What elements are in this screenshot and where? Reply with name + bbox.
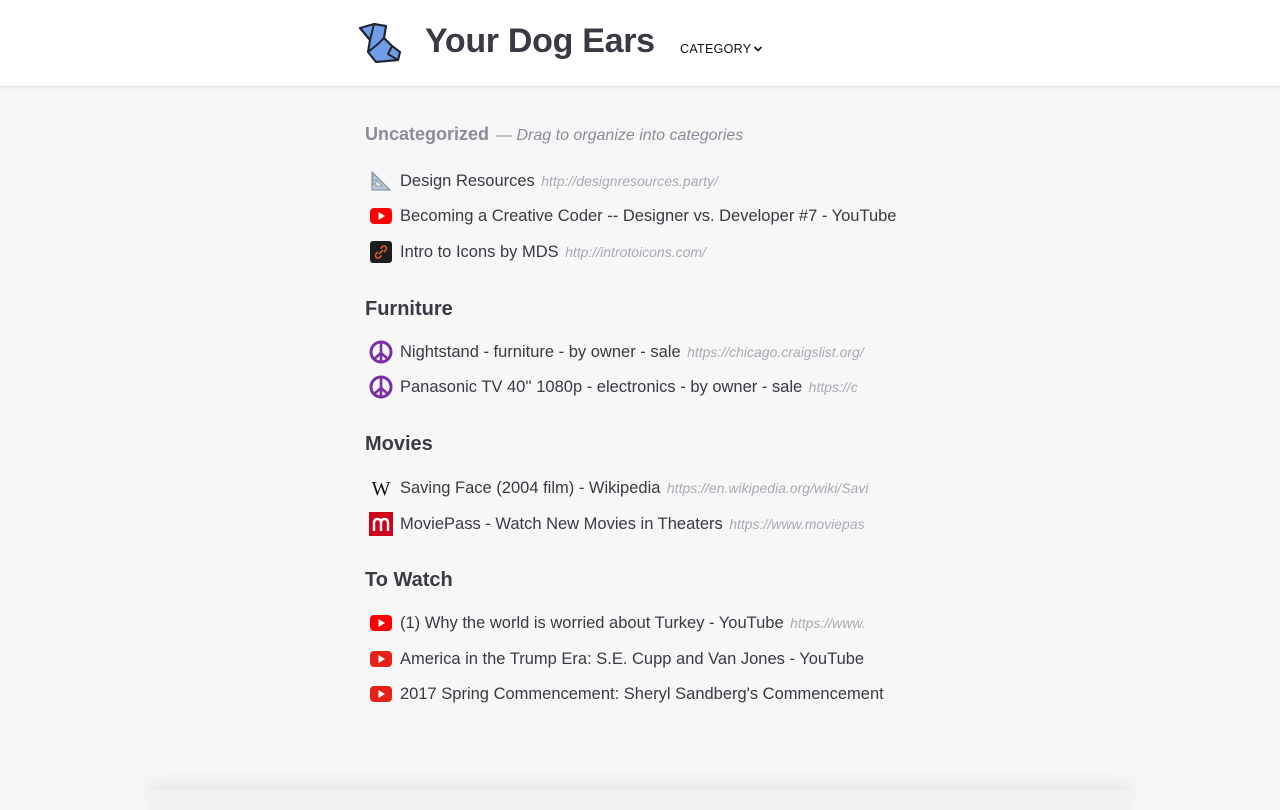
bookmark-title[interactable]: Panasonic TV 40'' 1080p - electronics - … [400,378,802,396]
bookmark-title[interactable]: (1) Why the world is worried about Turke… [400,614,784,632]
section-furniture: Furniture [365,298,905,321]
bookmark-url: https://www.moviepas [729,515,865,532]
section-heading: Furniture [365,298,905,321]
youtube-icon [369,204,393,228]
bookmark-url: https://chicago.craigslist.org/ [687,343,864,360]
bookmark-title[interactable]: Intro to Icons by MDS [400,243,559,261]
category-dropdown-label: CATEGORY [680,42,752,56]
bookmark-item[interactable]: Panasonic TV 40'' 1080p - electronics - … [369,374,905,400]
bookmark-title[interactable]: MoviePass - Watch New Movies in Theaters [400,515,723,533]
bookmark-title[interactable]: Becoming a Creative Coder -- Designer vs… [400,207,896,225]
section-heading: Movies [365,433,905,456]
section-movies: Movies [365,433,905,456]
link-icon [369,240,393,264]
set-square-icon [369,169,393,193]
section-title: Furniture [365,298,453,320]
section-title: Movies [365,433,433,455]
moviepass-icon [369,512,393,536]
footer-panel-edge [150,790,1130,810]
chevron-down-icon [754,46,763,52]
bookmark-url: http://designresources.party/ [541,172,718,189]
bookmark-url: https://en.wikipedia.org/wiki/Savi [666,479,869,496]
bookmark-item[interactable]: Becoming a Creative Coder -- Designer vs… [369,203,905,229]
section-heading: To Watch [365,569,905,592]
bookmark-url: http://introtoicons.com/ [565,243,706,260]
section-title: Uncategorized [365,124,490,144]
bookmark-item[interactable]: Intro to Icons by MDS http://introtoicon… [369,239,905,265]
youtube-icon [369,682,393,706]
bookmark-item[interactable]: America in the Trump Era: S.E. Cupp and … [369,646,905,672]
section-title: To Watch [365,569,453,591]
category-dropdown[interactable]: CATEGORY [680,42,763,56]
youtube-icon [369,611,393,635]
bookmark-item[interactable]: W Saving Face (2004 film) - Wikipedia ht… [369,475,905,501]
section-heading: Uncategorized — Drag to organize into ca… [365,124,905,145]
wikipedia-icon: W [369,476,393,500]
youtube-icon [369,647,393,671]
bookmark-item[interactable]: (1) Why the world is worried about Turke… [369,610,905,636]
bookmark-url: https://c [808,378,858,395]
app-header: Your Dog Ears CATEGORY [0,0,1280,87]
peace-sign-icon [369,340,393,364]
bookmark-item[interactable]: Design Resources http://designresources.… [369,168,905,194]
bookmark-item[interactable]: 2017 Spring Commencement: Sheryl Sandber… [369,681,905,707]
section-hint: — Drag to organize into categories [496,127,744,144]
bookmark-item[interactable]: MoviePass - Watch New Movies in Theaters… [369,511,905,537]
app-title[interactable]: Your Dog Ears [425,22,655,61]
bookmark-title[interactable]: Design Resources [400,172,535,190]
section-to-watch: To Watch [365,569,905,592]
bookmark-title[interactable]: 2017 Spring Commencement: Sheryl Sandber… [400,685,884,703]
bookmark-item[interactable]: Nightstand - furniture - by owner - sale… [369,339,905,365]
section-uncategorized: Uncategorized — Drag to organize into ca… [365,124,905,145]
svg-text:W: W [372,478,391,500]
bookmark-url: https://www. [790,614,866,631]
bookmark-title[interactable]: Saving Face (2004 film) - Wikipedia [400,479,660,497]
bookmark-title[interactable]: America in the Trump Era: S.E. Cupp and … [400,650,864,668]
bookmark-title[interactable]: Nightstand - furniture - by owner - sale [400,343,681,361]
dog-ear-logo-icon[interactable] [356,22,404,64]
peace-sign-icon [369,375,393,399]
